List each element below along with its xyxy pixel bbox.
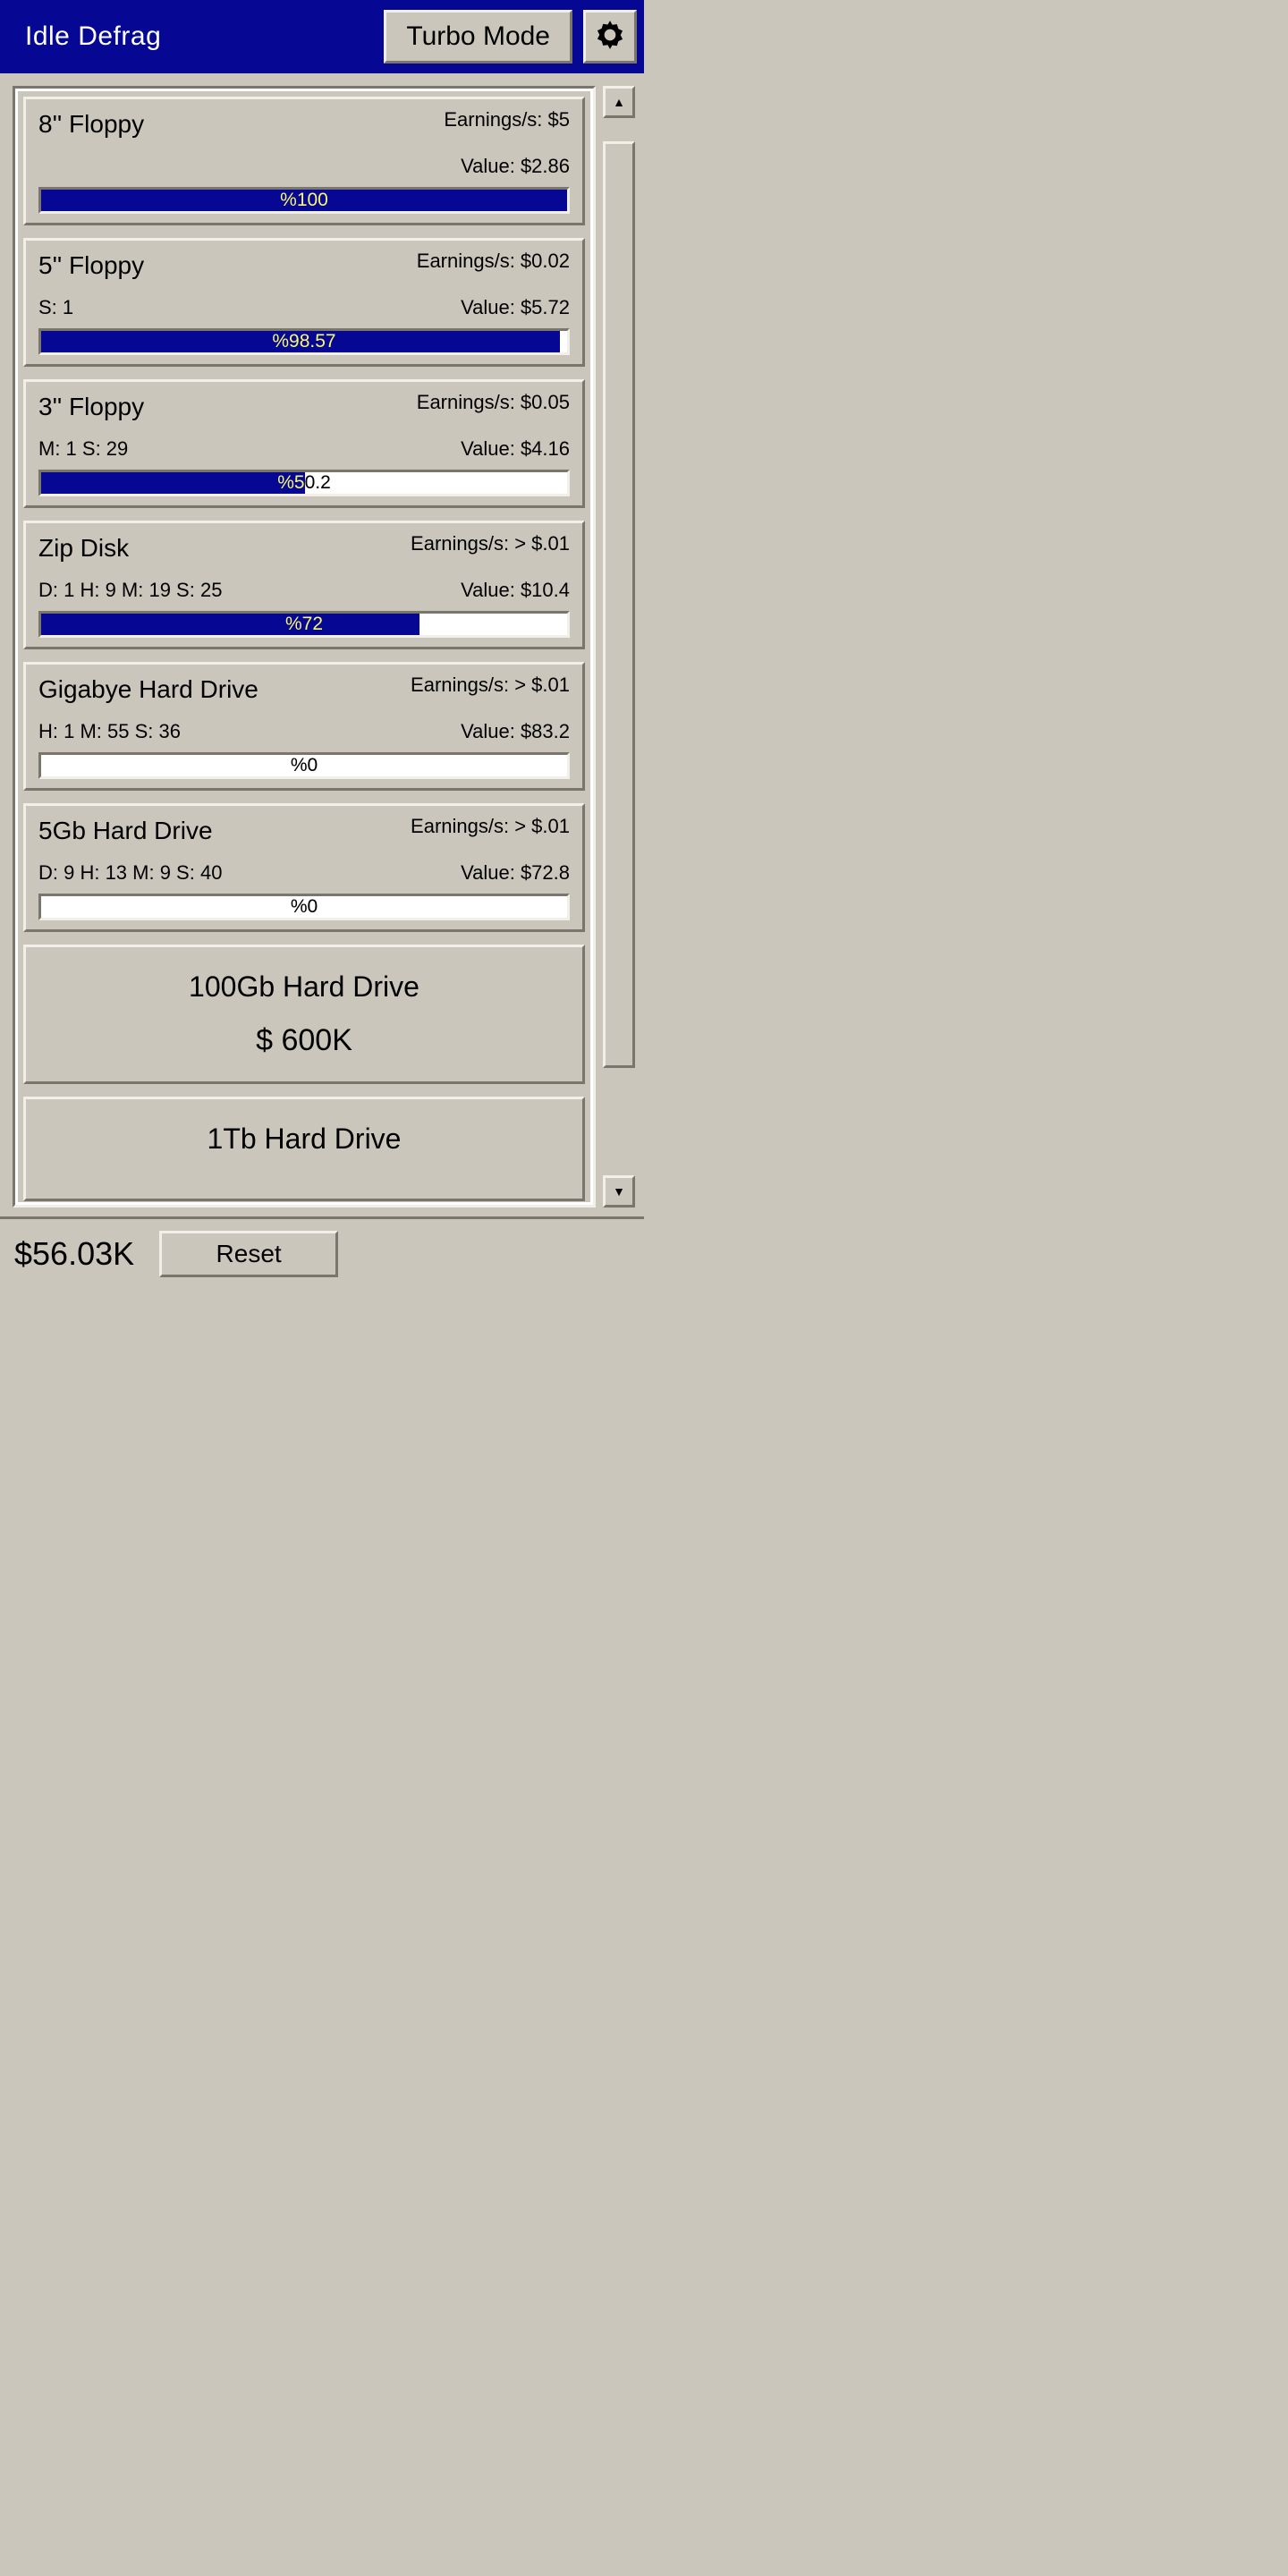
reset-button[interactable]: Reset bbox=[159, 1231, 338, 1277]
drive-earnings: Earnings/s: > $.01 bbox=[411, 675, 570, 704]
header: Idle Defrag Turbo Mode bbox=[0, 0, 644, 73]
progress-label: %98.57 bbox=[41, 331, 567, 352]
triangle-up-icon: ▲ bbox=[613, 95, 625, 109]
turbo-mode-button[interactable]: Turbo Mode bbox=[384, 10, 572, 64]
drive-timer: D: 9 H: 13 M: 9 S: 40 bbox=[38, 861, 222, 885]
drive-card[interactable]: Zip Disk Earnings/s: > $.01 D: 1 H: 9 M: 1… bbox=[23, 521, 585, 649]
drive-card[interactable]: 8'' Floppy Earnings/s: $5 Value: $2.86 %100 bbox=[23, 97, 585, 225]
drive-earnings: Earnings/s: > $.01 bbox=[411, 817, 570, 845]
drive-value: Value: $83.2 bbox=[461, 720, 570, 743]
drive-earnings: Earnings/s: $0.02 bbox=[417, 251, 570, 280]
progress-bar: %100 bbox=[38, 187, 570, 214]
main-area: 8'' Floppy Earnings/s: $5 Value: $2.86 %100… bbox=[0, 73, 644, 1216]
progress-label: %0 bbox=[41, 896, 567, 918]
drive-list: 8'' Floppy Earnings/s: $5 Value: $2.86 %100… bbox=[18, 91, 590, 1202]
drive-earnings: Earnings/s: $0.05 bbox=[417, 393, 570, 421]
drive-value: Value: $2.86 bbox=[461, 155, 570, 178]
drive-value: Value: $72.8 bbox=[461, 861, 570, 885]
drive-value: Value: $5.72 bbox=[461, 296, 570, 319]
progress-label: %100 bbox=[41, 190, 567, 211]
drive-card[interactable]: 5Gb Hard Drive Earnings/s: > $.01 D: 9 H: … bbox=[23, 803, 585, 932]
drive-name: Zip Disk bbox=[38, 534, 129, 563]
progress-bar: %50.2 bbox=[38, 470, 570, 496]
drive-name: 3'' Floppy bbox=[38, 393, 144, 421]
triangle-down-icon: ▼ bbox=[613, 1184, 625, 1199]
drive-earnings: Earnings/s: $5 bbox=[444, 110, 570, 139]
progress-label: %72 bbox=[41, 614, 567, 635]
locked-drive-card[interactable]: 100Gb Hard Drive $ 600K bbox=[23, 945, 585, 1084]
drive-timer: S: 1 bbox=[38, 296, 73, 319]
balance-display: $56.03K bbox=[14, 1235, 134, 1273]
app-title: Idle Defrag bbox=[25, 21, 373, 52]
drive-timer: M: 1 S: 29 bbox=[38, 437, 128, 461]
drive-timer: H: 1 M: 55 S: 36 bbox=[38, 720, 181, 743]
scroll-thumb[interactable] bbox=[603, 141, 635, 1069]
drive-name: Gigabye Hard Drive bbox=[38, 675, 258, 704]
progress-bar: %98.57 bbox=[38, 328, 570, 355]
progress-label: %50.2 bbox=[41, 472, 567, 494]
progress-bar: %72 bbox=[38, 611, 570, 638]
scroll-up-button[interactable]: ▲ bbox=[603, 86, 635, 118]
scroll-down-button[interactable]: ▼ bbox=[603, 1175, 635, 1208]
locked-drive-card[interactable]: 1Tb Hard Drive bbox=[23, 1097, 585, 1201]
progress-bar: %0 bbox=[38, 752, 570, 779]
drive-timer: D: 1 H: 9 M: 19 S: 25 bbox=[38, 579, 222, 602]
scrollbar: ▲ ▼ bbox=[603, 86, 635, 1208]
locked-drive-name: 1Tb Hard Drive bbox=[35, 1123, 573, 1156]
gear-icon bbox=[593, 18, 627, 56]
progress-label: %0 bbox=[41, 755, 567, 776]
drive-earnings: Earnings/s: > $.01 bbox=[411, 534, 570, 563]
footer: $56.03K Reset bbox=[0, 1216, 644, 1288]
progress-bar: %0 bbox=[38, 894, 570, 920]
scroll-track[interactable] bbox=[603, 120, 635, 1174]
drive-card[interactable]: 5'' Floppy Earnings/s: $0.02 S: 1 Value: $5… bbox=[23, 238, 585, 367]
locked-drive-name: 100Gb Hard Drive bbox=[35, 970, 573, 1004]
drive-card[interactable]: Gigabye Hard Drive Earnings/s: > $.01 H: 1… bbox=[23, 662, 585, 791]
drive-value: Value: $4.16 bbox=[461, 437, 570, 461]
drive-name: 5Gb Hard Drive bbox=[38, 817, 213, 845]
drive-name: 8'' Floppy bbox=[38, 110, 144, 139]
drive-value: Value: $10.4 bbox=[461, 579, 570, 602]
settings-button[interactable] bbox=[583, 10, 637, 64]
drive-name: 5'' Floppy bbox=[38, 251, 144, 280]
locked-drive-price: $ 600K bbox=[35, 1023, 573, 1058]
drive-list-frame: 8'' Floppy Earnings/s: $5 Value: $2.86 %100… bbox=[13, 86, 596, 1208]
drive-card[interactable]: 3'' Floppy Earnings/s: $0.05 M: 1 S: 29 Val… bbox=[23, 379, 585, 508]
